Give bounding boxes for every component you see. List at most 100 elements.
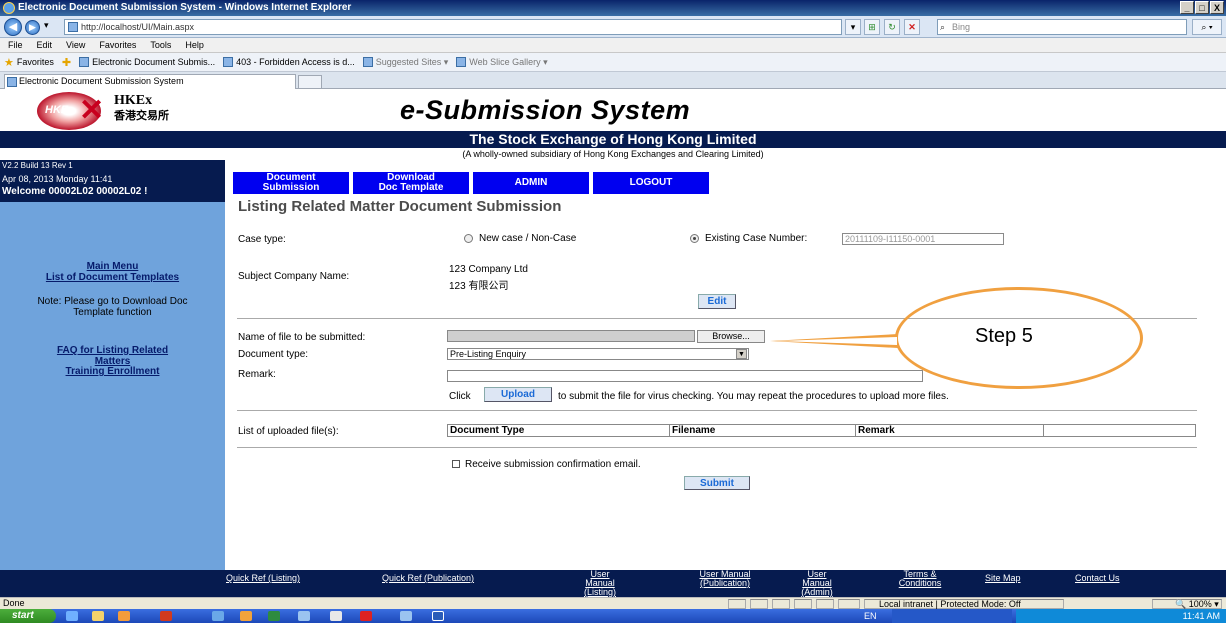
footer-link-manual-listing[interactable]: User Manual (Listing) (575, 570, 625, 597)
download-template-button[interactable]: Download Doc Template (353, 172, 469, 194)
footer-link-sitemap[interactable]: Site Map (985, 574, 1021, 583)
tab-edss[interactable]: Electronic Document Submission System (4, 74, 296, 89)
language-indicator[interactable]: EN (864, 609, 877, 623)
footer-link-manual-publication[interactable]: User Manual (Publication) (692, 570, 758, 588)
address-dropdown-icon[interactable]: ▾ (845, 19, 861, 35)
stop-icon[interactable]: ✕ (904, 19, 920, 35)
search-icon: ⌕ (940, 22, 946, 32)
footer-link-quickref-publication[interactable]: Quick Ref (Publication) (382, 574, 474, 583)
quick-tray-icons (892, 609, 1012, 623)
footer-link-manual-admin[interactable]: User Manual (Admin) (792, 570, 842, 597)
acrobat-taskbar-icon[interactable] (360, 611, 372, 621)
status-text: Done (3, 598, 25, 608)
maximize-button[interactable]: □ (1195, 1, 1209, 14)
forward-icon[interactable]: ▶ (25, 20, 40, 35)
footer-link-terms[interactable]: Terms & Conditions (893, 570, 947, 588)
new-tab-button[interactable] (298, 75, 322, 89)
existing-case-field[interactable]: 20111109-I11150-0001 (842, 233, 1004, 245)
hkex-logo[interactable]: HKE ✕ HKEx 香港交易所 (37, 92, 187, 130)
col-extra (1044, 425, 1194, 436)
app-taskbar-icon[interactable] (212, 611, 224, 621)
file-label: Name of file to be submitted: (238, 332, 366, 343)
email-checkbox[interactable]: Receive submission confirmation email. (452, 459, 641, 470)
edit-button[interactable]: Edit (698, 294, 736, 309)
col-document-type: Document Type (448, 425, 670, 436)
clock[interactable]: 11:41 AM (1183, 609, 1220, 623)
step-annotation-pointer (770, 334, 898, 348)
minimize-button[interactable]: _ (1180, 1, 1194, 14)
footer-link-contact[interactable]: Contact Us (1075, 574, 1120, 583)
page-icon (7, 77, 17, 87)
logo-mark: HKE (45, 104, 69, 116)
page-icon (362, 57, 373, 67)
add-favorite-button[interactable]: ✚ (62, 56, 71, 69)
favorite-item-edss[interactable]: Electronic Document Submis... (79, 57, 215, 67)
divider (237, 410, 1197, 411)
existing-case-radio[interactable]: Existing Case Number: (690, 233, 807, 244)
status-cell (750, 599, 768, 609)
add-favorite-icon: ✚ (61, 56, 72, 69)
close-button[interactable]: X (1210, 1, 1224, 14)
main-menu-link[interactable]: Main Menu (0, 261, 225, 272)
document-type-select[interactable]: Pre-Listing Enquiry ▼ (447, 348, 749, 360)
outlook-taskbar-icon[interactable] (240, 611, 252, 621)
app-taskbar-icon[interactable] (160, 611, 172, 621)
excel-taskbar-icon[interactable] (268, 611, 280, 621)
admin-button[interactable]: ADMIN (473, 172, 589, 194)
site-footer: Quick Ref (Listing) Quick Ref (Publicati… (0, 570, 1226, 597)
favorite-item-403[interactable]: 403 - Forbidden Access is d... (223, 57, 355, 67)
refresh-icon[interactable]: ↻ (884, 19, 900, 35)
divider (237, 447, 1197, 448)
security-zone[interactable]: Local intranet | Protected Mode: Off (864, 599, 1064, 609)
search-input[interactable]: ⌕ Bing (937, 19, 1187, 35)
status-cell (772, 599, 790, 609)
sidebar-note: Note: Please go to Download Doc Template… (37, 296, 188, 318)
app-taskbar-icon[interactable] (400, 611, 412, 621)
word-taskbar-icon[interactable] (432, 611, 444, 621)
faq-link[interactable]: FAQ for Listing Related Matters (0, 345, 225, 367)
remark-label: Remark: (238, 369, 276, 380)
welcome-text: Welcome 00002L02 00002L02 ! (2, 186, 148, 197)
compatibility-icon[interactable]: ⊞ (864, 19, 880, 35)
training-link[interactable]: Training Enrollment (0, 366, 225, 377)
start-button[interactable]: start (0, 609, 56, 623)
browse-button[interactable]: Browse... (697, 330, 765, 343)
star-icon: ★ (4, 56, 14, 69)
list-templates-link[interactable]: List of Document Templates (0, 272, 225, 283)
status-cell (794, 599, 812, 609)
back-icon[interactable]: ◀ (4, 18, 22, 36)
app-taskbar-icon[interactable] (330, 611, 342, 621)
menu-view[interactable]: View (66, 38, 85, 52)
search-button[interactable]: ⌕ ▾ (1192, 19, 1222, 35)
media-taskbar-icon[interactable] (118, 611, 130, 621)
file-input[interactable] (447, 330, 695, 342)
document-submission-button[interactable]: Document Submission (233, 172, 349, 194)
logout-button[interactable]: LOGOUT (593, 172, 709, 194)
zoom-level[interactable]: 🔍 100% ▾ (1152, 599, 1222, 609)
folder-taskbar-icon[interactable] (92, 611, 104, 621)
menu-help[interactable]: Help (185, 38, 204, 52)
radio-selected-icon (690, 233, 699, 243)
favorites-bar: ★ Favorites ✚ Electronic Document Submis.… (0, 53, 1226, 72)
status-cell (728, 599, 746, 609)
upload-button[interactable]: Upload (484, 387, 552, 402)
submit-button[interactable]: Submit (684, 476, 750, 490)
app-taskbar-icon[interactable] (298, 611, 310, 621)
exchange-subtitle: (A wholly-owned subsidiary of Hong Kong … (462, 149, 764, 159)
remark-input[interactable] (447, 370, 923, 382)
footer-link-quickref-listing[interactable]: Quick Ref (Listing) (226, 574, 300, 583)
menu-file[interactable]: File (8, 38, 23, 52)
window-titlebar: Electronic Document Submission System - … (0, 0, 1226, 16)
menu-tools[interactable]: Tools (150, 38, 171, 52)
menu-favorites[interactable]: Favorites (99, 38, 136, 52)
address-input[interactable]: http://localhost/UI/Main.aspx (64, 19, 842, 35)
recent-pages-dropdown-icon[interactable]: ▾ (44, 20, 49, 31)
favorite-item-webslice[interactable]: Web Slice Gallery ▾ (456, 57, 548, 68)
new-case-radio[interactable]: New case / Non-Case (464, 233, 576, 244)
favorites-button[interactable]: ★ Favorites (4, 56, 54, 69)
menu-edit[interactable]: Edit (37, 38, 53, 52)
ie-taskbar-icon[interactable] (66, 611, 78, 621)
logo-hkex-text: HKEx (114, 93, 153, 108)
page-title: Listing Related Matter Document Submissi… (238, 198, 562, 215)
favorite-item-suggested[interactable]: Suggested Sites ▾ (362, 57, 448, 68)
